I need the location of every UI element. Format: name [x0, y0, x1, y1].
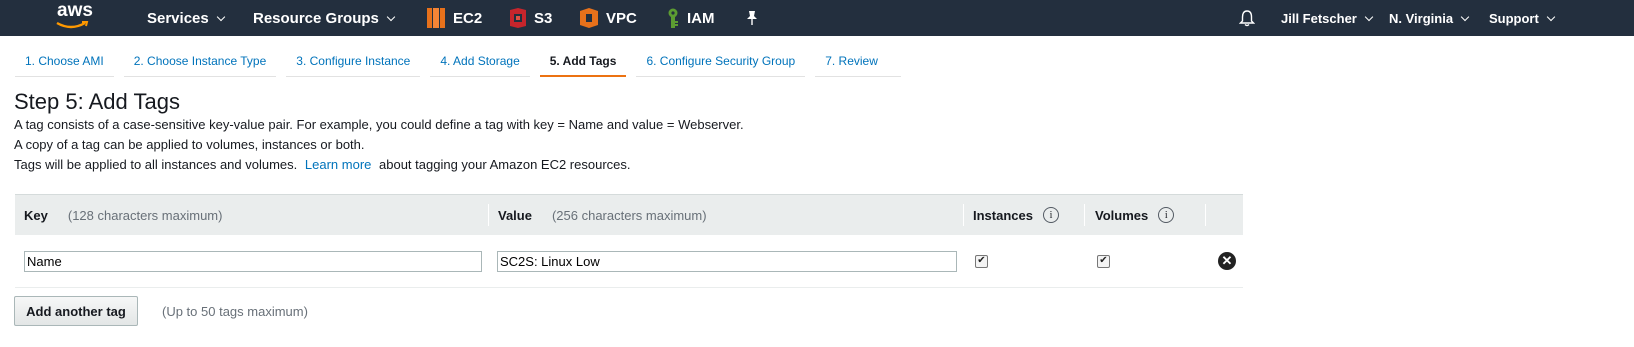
support-menu[interactable]: Support: [1489, 0, 1556, 36]
region-menu[interactable]: N. Virginia: [1389, 0, 1470, 36]
instances-header-label: Instances: [973, 207, 1033, 223]
description-line-2: A copy of a tag can be applied to volume…: [14, 137, 365, 152]
top-navigation-bar: aws Services Resource Groups EC2 S3 VPC …: [0, 0, 1634, 36]
step-review[interactable]: 7. Review: [815, 44, 902, 77]
aws-logo-text: aws: [57, 0, 93, 21]
tags-table-header: Key (128 characters maximum) Value (256 …: [15, 194, 1243, 235]
volumes-column-header: Volumes i: [1095, 195, 1175, 235]
description-line-3: Tags will be applied to all instances an…: [14, 157, 631, 172]
remove-tag-icon[interactable]: ✕: [1218, 252, 1236, 270]
shortcut-ec2[interactable]: EC2: [427, 0, 482, 36]
key-column-header: Key (128 characters maximum): [24, 195, 222, 235]
step-choose-ami[interactable]: 1. Choose AMI: [15, 44, 114, 77]
step-configure-security-group[interactable]: 6. Configure Security Group: [636, 44, 806, 77]
chevron-down-icon: [1364, 12, 1374, 21]
region-name: N. Virginia: [1389, 10, 1454, 26]
chevron-down-icon: [1546, 12, 1556, 21]
value-column-header: Value (256 characters maximum): [498, 195, 707, 235]
add-tag-limit-hint: (Up to 50 tags maximum): [162, 304, 308, 319]
info-icon[interactable]: i: [1158, 207, 1175, 223]
table-row: ✔ ✔ ✕: [15, 235, 1243, 288]
column-divider: [488, 204, 489, 226]
vpc-icon: [580, 8, 598, 28]
tag-value-input[interactable]: [497, 251, 957, 272]
pin-icon: [747, 11, 757, 25]
shortcut-iam-label: IAM: [687, 9, 715, 27]
iam-icon: [668, 8, 678, 28]
chevron-down-icon: [1460, 12, 1470, 21]
volumes-header-label: Volumes: [1095, 207, 1149, 223]
shortcut-s3[interactable]: S3: [510, 0, 552, 36]
support-label: Support: [1489, 10, 1539, 26]
column-divider: [963, 204, 964, 226]
step-add-storage[interactable]: 4. Add Storage: [430, 44, 530, 77]
volumes-checkbox[interactable]: ✔: [1097, 255, 1110, 268]
description-line-3-text: Tags will be applied to all instances an…: [14, 157, 298, 172]
resource-groups-menu[interactable]: Resource Groups: [253, 0, 396, 36]
key-header-hint: (128 characters maximum): [67, 207, 223, 223]
description-line-1: A tag consists of a case-sensitive key-v…: [14, 117, 744, 132]
aws-logo[interactable]: aws: [45, 0, 115, 36]
step-choose-instance-type[interactable]: 2. Choose Instance Type: [123, 44, 277, 77]
shortcut-s3-label: S3: [534, 9, 553, 27]
shortcut-ec2-label: EC2: [453, 9, 483, 27]
bell-icon: [1239, 9, 1255, 26]
notifications-button[interactable]: [1239, 0, 1255, 36]
user-name: Jill Fetscher: [1281, 10, 1357, 26]
info-icon[interactable]: i: [1042, 207, 1059, 223]
shortcut-vpc[interactable]: VPC: [580, 0, 637, 36]
resource-groups-label: Resource Groups: [253, 9, 379, 27]
step-configure-instance[interactable]: 3. Configure Instance: [286, 44, 421, 77]
ec2-icon: [427, 8, 445, 28]
description-line-3-suffix: about tagging your Amazon EC2 resources.: [379, 157, 631, 172]
s3-icon: [510, 8, 526, 28]
value-header-hint: (256 characters maximum): [551, 207, 707, 223]
learn-more-link[interactable]: Learn more: [305, 157, 371, 172]
column-divider: [1205, 204, 1206, 226]
tags-table: Key (128 characters maximum) Value (256 …: [15, 194, 1243, 288]
chevron-down-icon: [216, 12, 225, 21]
instances-checkbox[interactable]: ✔: [975, 255, 988, 268]
shortcut-iam[interactable]: IAM: [667, 0, 715, 36]
step-add-tags[interactable]: 5. Add Tags: [539, 44, 627, 77]
aws-smile-icon: [56, 21, 89, 29]
user-menu[interactable]: Jill Fetscher: [1281, 0, 1374, 36]
services-menu[interactable]: Services: [147, 0, 225, 36]
instances-column-header: Instances i: [973, 195, 1059, 235]
value-header-label: Value: [498, 207, 532, 223]
wizard-steps: 1. Choose AMI 2. Choose Instance Type 3.…: [15, 44, 902, 77]
shortcut-vpc-label: VPC: [606, 9, 637, 27]
add-another-tag-button[interactable]: Add another tag: [14, 296, 138, 326]
key-header-label: Key: [24, 207, 48, 223]
pin-shortcut-button[interactable]: [745, 0, 759, 36]
column-divider: [1084, 204, 1085, 226]
chevron-down-icon: [386, 12, 396, 21]
page-title: Step 5: Add Tags: [14, 89, 180, 114]
tag-key-input[interactable]: [24, 251, 482, 272]
services-label: Services: [147, 9, 209, 27]
